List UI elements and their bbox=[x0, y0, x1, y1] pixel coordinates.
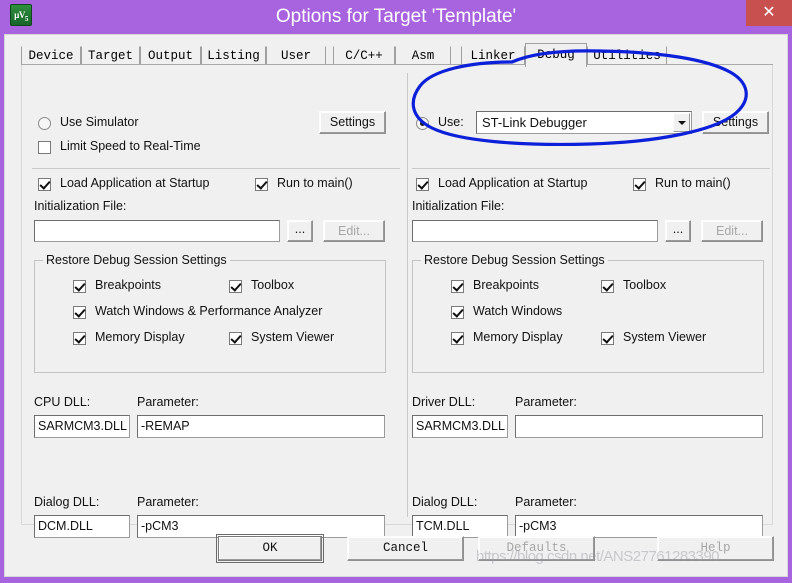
left-watch-windows-label: Watch Windows & Performance Analyzer bbox=[95, 304, 323, 318]
left-memory-display-checkbox[interactable] bbox=[73, 332, 86, 345]
tab-device[interactable]: Device bbox=[21, 46, 81, 65]
tab-cpp[interactable]: C/C++ bbox=[333, 46, 395, 65]
left-breakpoints-label: Breakpoints bbox=[95, 278, 162, 292]
window-title: Options for Target 'Template' bbox=[275, 6, 517, 27]
left-edit-button: Edit... bbox=[323, 220, 385, 242]
debugger-select-value: ST-Link Debugger bbox=[482, 115, 587, 130]
tab-listing[interactable]: Listing bbox=[201, 46, 266, 65]
left-run-to-main-label: Run to main() bbox=[277, 176, 353, 190]
column-divider bbox=[407, 73, 408, 517]
right-watch-windows-checkbox[interactable] bbox=[451, 306, 464, 319]
driver-dll-parameter-input[interactable] bbox=[515, 415, 763, 438]
right-run-to-main-label: Run to main() bbox=[655, 176, 731, 190]
right-system-viewer-label: System Viewer bbox=[623, 330, 707, 344]
cpu-dll-input[interactable]: SARMCM3.DLL bbox=[34, 415, 130, 438]
left-separator bbox=[32, 168, 400, 169]
left-dialog-parameter-label: Parameter: bbox=[137, 495, 199, 509]
title-bar: µV5 Options for Target 'Template' ✕ bbox=[0, 0, 792, 34]
debugger-select-combo[interactable]: ST-Link Debugger bbox=[476, 111, 692, 134]
left-toolbox-checkbox[interactable] bbox=[229, 280, 242, 293]
close-icon[interactable]: ✕ bbox=[746, 0, 792, 26]
defaults-button[interactable]: Defaults bbox=[478, 536, 595, 561]
driver-dll-input[interactable]: SARMCM3.DLL bbox=[412, 415, 508, 438]
tab-target[interactable]: Target bbox=[81, 46, 140, 65]
left-restore-group: Restore Debug Session Settings Breakpoin… bbox=[34, 253, 386, 373]
tab-strip: Device Target Output Listing User C/C++ … bbox=[21, 43, 773, 67]
right-restore-group-title: Restore Debug Session Settings bbox=[421, 253, 608, 267]
dialog-body: Device Target Output Listing User C/C++ … bbox=[4, 34, 788, 577]
left-restore-group-title: Restore Debug Session Settings bbox=[43, 253, 230, 267]
tab-utilities[interactable]: Utilities bbox=[587, 46, 667, 65]
chevron-down-icon[interactable] bbox=[673, 113, 690, 132]
left-toolbox-label: Toolbox bbox=[251, 278, 295, 292]
options-dialog-window: µV5 Options for Target 'Template' ✕ Devi… bbox=[0, 0, 792, 583]
help-button[interactable]: Help bbox=[657, 536, 774, 561]
simulator-settings-button[interactable]: Settings bbox=[319, 111, 386, 134]
tab-linker[interactable]: Linker bbox=[461, 46, 525, 65]
use-debugger-radio[interactable] bbox=[416, 117, 429, 130]
tab-output[interactable]: Output bbox=[140, 46, 201, 65]
right-memory-display-label: Memory Display bbox=[473, 330, 563, 344]
right-init-file-label: Initialization File: bbox=[412, 199, 505, 213]
driver-dll-label: Driver DLL: bbox=[412, 395, 476, 409]
right-restore-group: Restore Debug Session Settings Breakpoin… bbox=[412, 253, 764, 373]
left-watch-windows-checkbox[interactable] bbox=[73, 306, 86, 319]
debug-panel: Use Simulator Settings Limit Speed to Re… bbox=[21, 65, 773, 538]
left-init-file-input[interactable] bbox=[34, 220, 280, 242]
cancel-button[interactable]: Cancel bbox=[347, 536, 464, 561]
left-system-viewer-checkbox[interactable] bbox=[229, 332, 242, 345]
right-browse-button[interactable]: ... bbox=[665, 220, 691, 242]
left-init-file-label: Initialization File: bbox=[34, 199, 127, 213]
right-dialog-parameter-label: Parameter: bbox=[515, 495, 577, 509]
limit-speed-label: Limit Speed to Real-Time bbox=[60, 139, 201, 153]
right-breakpoints-label: Breakpoints bbox=[473, 278, 540, 292]
right-edit-button: Edit... bbox=[701, 220, 763, 242]
use-debugger-label: Use: bbox=[438, 115, 464, 129]
ok-button[interactable]: OK bbox=[216, 534, 324, 563]
dialog-button-bar: OK Cancel Defaults Help bbox=[5, 527, 789, 577]
right-toolbox-label: Toolbox bbox=[623, 278, 667, 292]
cpu-dll-parameter-label: Parameter: bbox=[137, 395, 199, 409]
left-browse-button[interactable]: ... bbox=[287, 220, 313, 242]
right-separator bbox=[412, 168, 770, 169]
left-system-viewer-label: System Viewer bbox=[251, 330, 335, 344]
right-load-app-label: Load Application at Startup bbox=[438, 176, 588, 190]
tab-debug[interactable]: Debug bbox=[525, 43, 587, 67]
right-run-to-main-checkbox[interactable] bbox=[633, 178, 646, 191]
right-breakpoints-checkbox[interactable] bbox=[451, 280, 464, 293]
left-load-app-label: Load Application at Startup bbox=[60, 176, 210, 190]
left-breakpoints-checkbox[interactable] bbox=[73, 280, 86, 293]
cpu-dll-label: CPU DLL: bbox=[34, 395, 91, 409]
cpu-dll-parameter-input[interactable]: -REMAP bbox=[137, 415, 385, 438]
right-dialog-dll-label: Dialog DLL: bbox=[412, 495, 478, 509]
limit-speed-checkbox[interactable] bbox=[38, 141, 51, 154]
left-memory-display-label: Memory Display bbox=[95, 330, 185, 344]
right-toolbox-checkbox[interactable] bbox=[601, 280, 614, 293]
right-memory-display-checkbox[interactable] bbox=[451, 332, 464, 345]
right-system-viewer-checkbox[interactable] bbox=[601, 332, 614, 345]
use-simulator-label: Use Simulator bbox=[60, 115, 139, 129]
left-run-to-main-checkbox[interactable] bbox=[255, 178, 268, 191]
driver-dll-parameter-label: Parameter: bbox=[515, 395, 577, 409]
right-watch-windows-label: Watch Windows bbox=[473, 304, 563, 318]
left-load-app-checkbox[interactable] bbox=[38, 178, 51, 191]
tab-asm[interactable]: Asm bbox=[395, 46, 451, 65]
debugger-settings-button[interactable]: Settings bbox=[702, 111, 769, 134]
left-dialog-dll-label: Dialog DLL: bbox=[34, 495, 100, 509]
tab-user[interactable]: User bbox=[266, 46, 326, 65]
right-init-file-input[interactable] bbox=[412, 220, 658, 242]
use-simulator-radio[interactable] bbox=[38, 117, 51, 130]
right-load-app-checkbox[interactable] bbox=[416, 178, 429, 191]
